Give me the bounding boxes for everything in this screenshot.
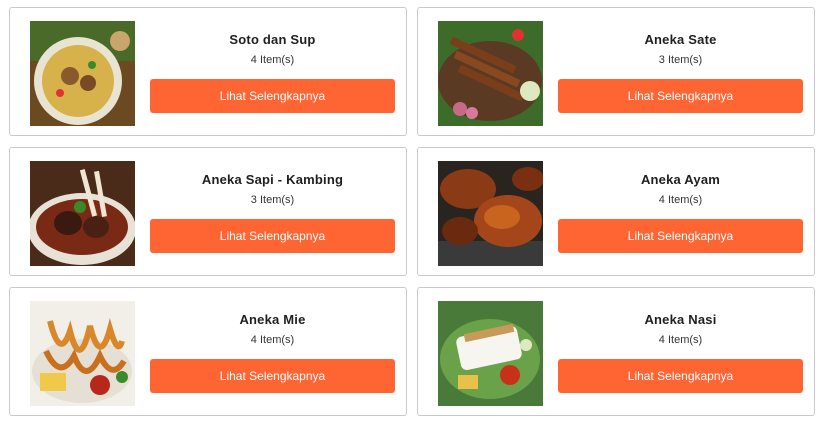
category-info: Soto dan Sup 4 Item(s) Lihat Selengkapny…: [150, 8, 395, 135]
grilled-chicken-image[interactable]: [438, 161, 543, 266]
category-grid: Soto dan Sup 4 Item(s) Lihat Selengkapny…: [0, 0, 826, 429]
category-card-aneka-sate: Aneka Sate 3 Item(s) Lihat Selengkapnya: [417, 7, 815, 136]
category-card-soto-dan-sup: Soto dan Sup 4 Item(s) Lihat Selengkapny…: [9, 7, 407, 136]
category-item-count: 4 Item(s): [658, 334, 703, 346]
category-title: Aneka Ayam: [640, 172, 721, 187]
category-item-count: 3 Item(s): [658, 54, 703, 66]
view-more-button[interactable]: Lihat Selengkapnya: [558, 219, 803, 253]
category-title: Soto dan Sup: [229, 32, 316, 47]
category-info: Aneka Sate 3 Item(s) Lihat Selengkapnya: [558, 8, 803, 135]
view-more-button[interactable]: Lihat Selengkapnya: [150, 79, 395, 113]
category-card-aneka-mie: Aneka Mie 4 Item(s) Lihat Selengkapnya: [9, 287, 407, 416]
rice-image[interactable]: [438, 301, 543, 406]
category-card-aneka-ayam: Aneka Ayam 4 Item(s) Lihat Selengkapnya: [417, 147, 815, 276]
category-title: Aneka Mie: [239, 312, 306, 327]
category-item-count: 4 Item(s): [250, 54, 295, 66]
noodles-image[interactable]: [30, 301, 135, 406]
category-info: Aneka Mie 4 Item(s) Lihat Selengkapnya: [150, 288, 395, 415]
category-card-aneka-sapi-kambing: Aneka Sapi - Kambing 3 Item(s) Lihat Sel…: [9, 147, 407, 276]
category-item-count: 4 Item(s): [658, 194, 703, 206]
category-item-count: 3 Item(s): [250, 194, 295, 206]
category-item-count: 4 Item(s): [250, 334, 295, 346]
beef-goat-image[interactable]: [30, 161, 135, 266]
category-title: Aneka Sapi - Kambing: [201, 172, 344, 187]
satay-image[interactable]: [438, 21, 543, 126]
view-more-button[interactable]: Lihat Selengkapnya: [558, 79, 803, 113]
category-card-aneka-nasi: Aneka Nasi 4 Item(s) Lihat Selengkapnya: [417, 287, 815, 416]
category-info: Aneka Ayam 4 Item(s) Lihat Selengkapnya: [558, 148, 803, 275]
category-info: Aneka Sapi - Kambing 3 Item(s) Lihat Sel…: [150, 148, 395, 275]
category-title: Aneka Nasi: [644, 312, 717, 327]
view-more-button[interactable]: Lihat Selengkapnya: [150, 219, 395, 253]
view-more-button[interactable]: Lihat Selengkapnya: [558, 359, 803, 393]
view-more-button[interactable]: Lihat Selengkapnya: [150, 359, 395, 393]
category-title: Aneka Sate: [644, 32, 717, 47]
soto-soup-image[interactable]: [30, 21, 135, 126]
category-info: Aneka Nasi 4 Item(s) Lihat Selengkapnya: [558, 288, 803, 415]
